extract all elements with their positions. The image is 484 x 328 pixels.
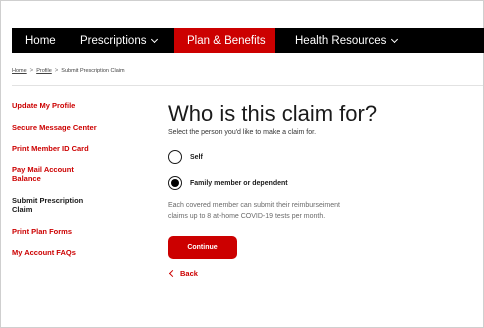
note-line: claims up to 8 at-home COVID-19 tests pe… [168,213,326,220]
breadcrumb-profile[interactable]: Profile [36,68,52,74]
sidebar-item-print-id-card[interactable]: Print Member ID Card [12,144,89,153]
back-label: Back [180,269,198,278]
breadcrumb-separator: > [29,68,34,74]
page-subtitle: Select the person you'd like to make a c… [168,129,317,136]
option-self-label: Self [190,153,203,161]
sidebar-item-update-profile[interactable]: Update My Profile [12,101,75,110]
note-line: Each covered member can submit their rei… [168,202,340,209]
top-navigation: Home Prescriptions Plan & Benefits Healt… [12,28,484,53]
option-family-label: Family member or dependent [190,179,288,187]
sidebar-item-label: Balance [12,174,41,183]
sidebar-item-pay-balance[interactable]: Pay Mail Account Balance [12,165,74,183]
breadcrumb-separator: > [54,68,59,74]
nav-home[interactable]: Home [12,28,80,53]
breadcrumb-current: Submit Prescription Claim [61,68,125,74]
nav-home-label: Home [25,34,56,47]
sidebar-item-print-forms[interactable]: Print Plan Forms [12,227,72,236]
nav-plan-benefits[interactable]: Plan & Benefits [174,28,275,53]
radio-family-member[interactable] [168,176,182,190]
chevron-down-icon [391,35,399,43]
breadcrumb-home[interactable]: Home [12,68,27,74]
nav-plan-benefits-label: Plan & Benefits [187,34,266,47]
nav-prescriptions[interactable]: Prescriptions [80,28,174,53]
sidebar-item-label: Pay Mail Account [12,165,74,174]
sidebar-item-label: Claim [12,205,33,214]
claim-limit-note: Each covered member can submit their rei… [168,200,378,222]
chevron-left-icon [168,269,177,278]
sidebar-item-secure-messages[interactable]: Secure Message Center [12,123,97,132]
option-self[interactable]: Self [168,150,203,164]
breadcrumb: Home > Profile > Submit Prescription Cla… [12,68,125,74]
option-family-member[interactable]: Family member or dependent [168,176,288,190]
back-link[interactable]: Back [168,269,198,278]
nav-health-resources-label: Health Resources [295,34,387,47]
main-content: Who is this claim for? Select the person… [168,101,468,278]
page-frame: Home Prescriptions Plan & Benefits Healt… [0,0,484,328]
breadcrumb-divider [12,85,483,86]
chevron-down-icon [151,35,159,43]
sidebar-item-submit-claim[interactable]: Submit Prescription Claim [12,196,83,214]
continue-button[interactable]: Continue [168,236,237,259]
page-title: Who is this claim for? [168,101,378,126]
radio-self[interactable] [168,150,182,164]
nav-health-resources[interactable]: Health Resources [275,28,399,53]
sidebar-item-label: Submit Prescription [12,196,84,205]
sidebar-item-faqs[interactable]: My Account FAQs [12,248,76,257]
nav-prescriptions-label: Prescriptions [80,34,147,47]
